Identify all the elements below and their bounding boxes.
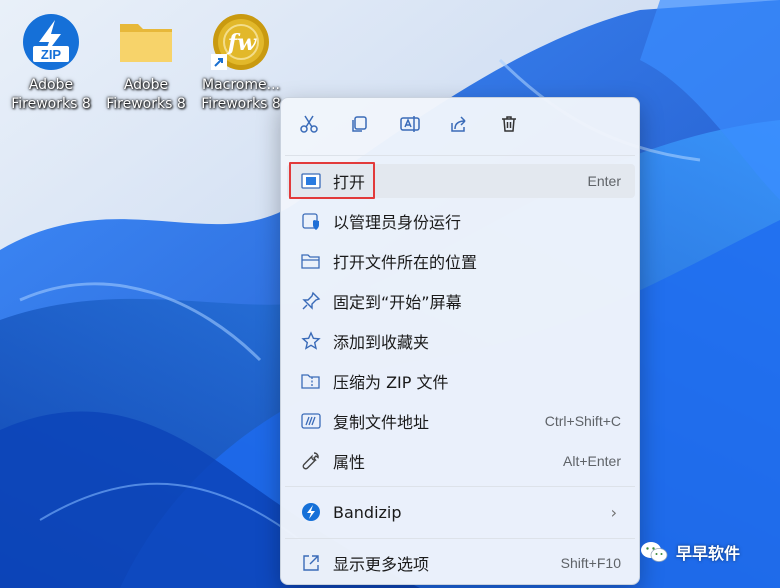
menu-item-label: 添加到收藏夹 bbox=[333, 333, 430, 352]
folder-icon bbox=[116, 12, 176, 72]
desktop-icon-label: Adobe Fireworks 8 bbox=[11, 77, 91, 112]
cut-icon bbox=[299, 114, 319, 138]
wechat-watermark: 早早软件 bbox=[640, 540, 740, 564]
copy-icon bbox=[349, 114, 369, 138]
rename-icon bbox=[399, 114, 421, 138]
admin-shield-icon bbox=[299, 209, 323, 233]
menu-item-pin-to-start[interactable]: 固定到“开始”屏幕 bbox=[287, 284, 635, 318]
menu-item-add-to-favorites[interactable]: 添加到收藏夹 bbox=[287, 324, 635, 358]
menu-item-bandizip[interactable]: Bandizip › bbox=[287, 495, 635, 529]
pin-icon bbox=[299, 289, 323, 313]
open-highlight-box bbox=[289, 162, 375, 199]
desktop-icon-label: Adobe Fireworks 8 bbox=[106, 77, 186, 112]
menu-item-copy-file-path[interactable]: 复制文件地址 Ctrl+Shift+C bbox=[287, 404, 635, 438]
menu-divider bbox=[285, 486, 635, 487]
menu-item-open-file-location[interactable]: 打开文件所在的位置 bbox=[287, 244, 635, 278]
menu-item-shortcut: Ctrl+Shift+C bbox=[544, 413, 621, 429]
star-icon bbox=[299, 329, 323, 353]
copy-button[interactable] bbox=[345, 106, 395, 146]
menu-item-properties[interactable]: 属性 Alt+Enter bbox=[287, 444, 635, 478]
menu-item-label: 固定到“开始”屏幕 bbox=[333, 293, 462, 312]
menu-item-run-as-admin[interactable]: 以管理员身份运行 bbox=[287, 204, 635, 238]
menu-item-shortcut: Shift+F10 bbox=[560, 555, 621, 571]
menu-item-label: 复制文件地址 bbox=[333, 413, 430, 432]
folder-open-icon bbox=[299, 249, 323, 273]
menu-item-label: 属性 bbox=[333, 453, 366, 472]
wrench-icon bbox=[299, 449, 323, 473]
menu-item-label: 压缩为 ZIP 文件 bbox=[333, 373, 449, 392]
share-button[interactable] bbox=[445, 106, 495, 146]
chevron-right-icon: › bbox=[610, 502, 617, 522]
menu-item-shortcut: Alt+Enter bbox=[563, 453, 621, 469]
menu-item-compress-zip[interactable]: 压缩为 ZIP 文件 bbox=[287, 364, 635, 398]
rename-button[interactable] bbox=[395, 106, 445, 146]
watermark-text: 早早软件 bbox=[676, 544, 741, 563]
menu-item-show-more-options[interactable]: 显示更多选项 Shift+F10 bbox=[287, 546, 635, 580]
desktop-icon-label: Macrome... Fireworks 8 bbox=[201, 77, 281, 112]
desktop-shortcut-adobe-fireworks-zip[interactable]: ZIP Adobe Fireworks 8 bbox=[6, 12, 96, 114]
menu-divider bbox=[285, 538, 635, 539]
desktop-shortcut-macromedia-fireworks[interactable]: fw Macrome... Fireworks 8 bbox=[196, 12, 286, 114]
menu-item-label: 以管理员身份运行 bbox=[333, 213, 462, 232]
menu-item-shortcut: Enter bbox=[587, 173, 621, 189]
delete-icon bbox=[499, 114, 519, 138]
share-icon bbox=[449, 114, 469, 138]
quick-action-bar bbox=[281, 98, 639, 154]
svg-text:fw: fw bbox=[226, 30, 257, 56]
bandizip-icon bbox=[299, 500, 323, 524]
context-menu: 打开 Enter 以管理员身份运行 打开文件所在的位置 固定到“开始”屏幕 添加… bbox=[280, 97, 640, 585]
wechat-icon bbox=[640, 540, 668, 564]
more-options-icon bbox=[299, 551, 323, 575]
copy-path-icon bbox=[299, 409, 323, 433]
menu-divider bbox=[285, 155, 635, 156]
zip-archive-icon: ZIP bbox=[21, 12, 81, 72]
delete-button[interactable] bbox=[495, 106, 545, 146]
menu-item-label: Bandizip bbox=[333, 502, 402, 522]
desktop-shortcut-adobe-fireworks-folder[interactable]: Adobe Fireworks 8 bbox=[101, 12, 191, 114]
menu-item-label: 显示更多选项 bbox=[333, 555, 430, 574]
svg-text:ZIP: ZIP bbox=[41, 47, 62, 62]
fireworks-app-icon: fw bbox=[211, 12, 271, 72]
zip-folder-icon bbox=[299, 369, 323, 393]
cut-button[interactable] bbox=[295, 106, 345, 146]
menu-item-label: 打开文件所在的位置 bbox=[333, 253, 478, 272]
